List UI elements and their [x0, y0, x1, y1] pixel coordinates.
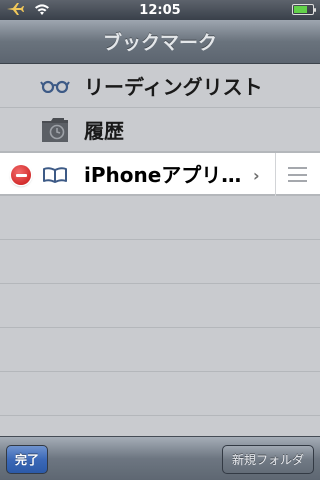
list-item-history: 履歴 [0, 108, 320, 151]
glasses-icon [40, 72, 70, 100]
history-clock-icon [40, 116, 70, 144]
status-left [6, 2, 50, 20]
delete-icon[interactable] [11, 165, 31, 185]
wifi-icon [34, 3, 50, 20]
reorder-handle-icon[interactable] [288, 167, 307, 182]
navigation-bar: ブックマーク [0, 20, 320, 64]
bottom-toolbar: 完了 新規フォルダ [0, 436, 320, 480]
list-item-reading-list: リーディングリスト [0, 64, 320, 107]
battery-icon [292, 4, 316, 15]
status-bar: 12:05 [0, 0, 320, 20]
book-icon [40, 161, 70, 189]
list-item-label: iPhoneアプリ… [84, 163, 242, 187]
airplane-icon [6, 2, 24, 20]
list-item-label: リーディングリスト [84, 75, 263, 99]
divider [275, 153, 276, 196]
list-item-label: 履歴 [84, 119, 124, 143]
status-time: 12:05 [139, 2, 181, 18]
new-folder-button[interactable]: 新規フォルダ [222, 445, 314, 474]
chevron-right-icon[interactable]: › [253, 166, 260, 185]
done-button[interactable]: 完了 [6, 445, 48, 474]
page-title: ブックマーク [102, 32, 217, 54]
bookmark-list: リーディングリスト 履歴 iPhoneアプリ… › [0, 64, 320, 443]
list-item-iphone-apps[interactable]: iPhoneアプリ… › [0, 152, 320, 196]
bookmarks-screen: 12:05 ブックマーク リーディングリスト 履歴 iPhoneアプリ… › 完… [0, 0, 320, 480]
